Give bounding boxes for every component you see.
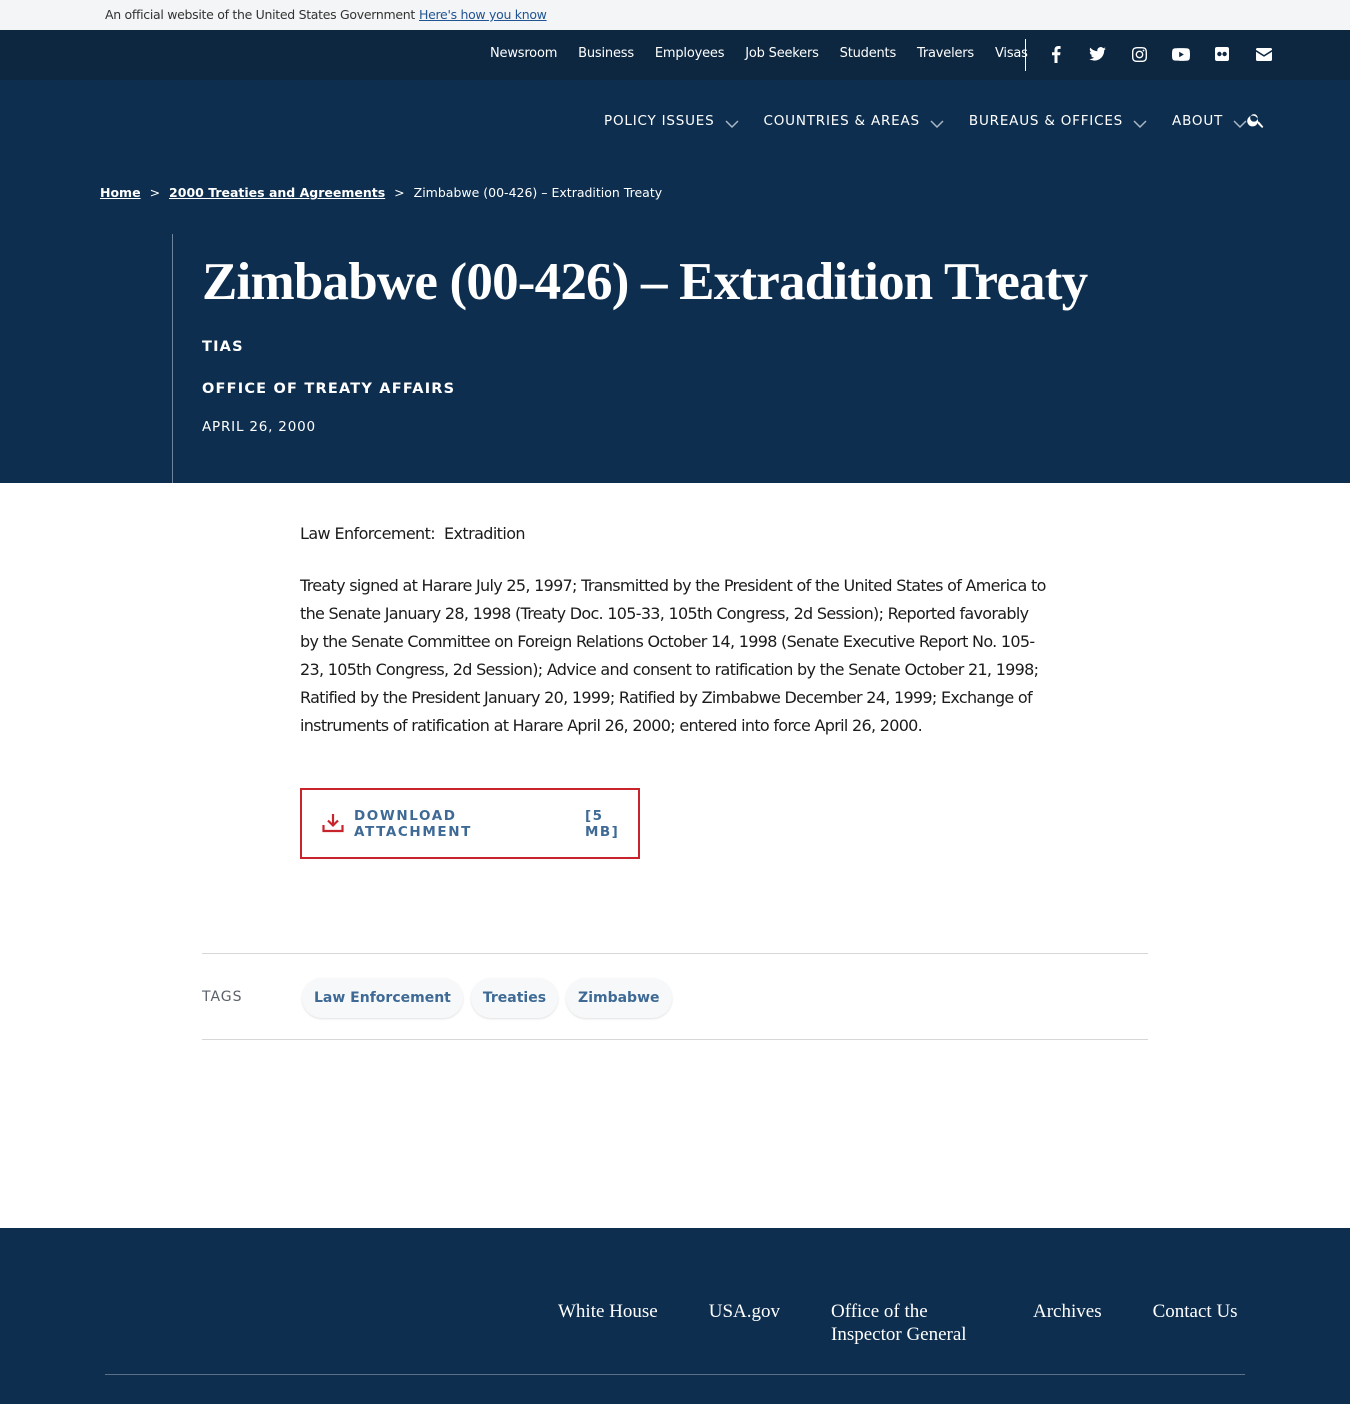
tags-label: TAGS [202, 989, 243, 1005]
office-label: OFFICE OF TREATY AFFAIRS [202, 381, 456, 397]
series-label: TIAS [202, 339, 244, 355]
hero: POLICY ISSUES COUNTRIES & AREAS BUREAUS … [0, 80, 1350, 483]
search-icon[interactable] [1246, 110, 1268, 132]
download-label: DOWNLOAD ATTACHMENT [354, 807, 472, 840]
footer-divider [105, 1374, 1245, 1375]
utility-link-newsroom[interactable]: Newsroom [490, 46, 557, 61]
tag-treaties[interactable]: Treaties [470, 978, 559, 1018]
page-title: Zimbabwe (00-426) – Extradition Treaty [202, 253, 1088, 311]
chevron-down-icon [1233, 116, 1247, 129]
tag-zimbabwe[interactable]: Zimbabwe [566, 978, 672, 1018]
utility-link-business[interactable]: Business [578, 46, 634, 61]
breadcrumb-parent[interactable]: 2000 Treaties and Agreements [169, 185, 385, 200]
utility-divider [1025, 39, 1026, 71]
gov-banner-link[interactable]: Here's how you know [419, 7, 547, 22]
twitter-icon[interactable] [1088, 44, 1108, 64]
utility-link-visas[interactable]: Visas [995, 46, 1028, 61]
nav-bureaus-offices[interactable]: BUREAUS & OFFICES [969, 113, 1147, 129]
chevron-down-icon [930, 116, 944, 129]
gov-banner-text: An official website of the United States… [105, 7, 415, 22]
utility-link-students[interactable]: Students [840, 46, 897, 61]
footer: White House USA.gov Office of the Inspec… [0, 1228, 1350, 1404]
utility-nav: Newsroom Business Employees Job Seekers … [0, 30, 1350, 80]
download-size: [5 MB] [585, 807, 620, 840]
subject-line: Law Enforcement: Extradition [300, 524, 526, 543]
footer-link-inspector-general[interactable]: Office of the Inspector General [831, 1300, 981, 1346]
treaty-description: Treaty signed at Harare July 25, 1997; T… [300, 576, 1046, 735]
breadcrumb-separator: > [149, 185, 161, 200]
social-links [1046, 44, 1295, 64]
footer-link-archives[interactable]: Archives [1033, 1300, 1102, 1346]
gov-banner: An official website of the United States… [0, 0, 1350, 30]
nav-countries-areas[interactable]: COUNTRIES & AREAS [764, 113, 944, 129]
breadcrumb-separator: > [394, 185, 405, 200]
footer-link-white-house[interactable]: White House [558, 1300, 658, 1346]
email-icon[interactable] [1254, 44, 1274, 64]
chevron-down-icon [1133, 116, 1147, 129]
nav-policy-issues[interactable]: POLICY ISSUES [604, 113, 739, 129]
tag-law-enforcement[interactable]: Law Enforcement [302, 978, 463, 1018]
utility-link-employees[interactable]: Employees [655, 46, 725, 61]
instagram-icon[interactable] [1129, 44, 1149, 64]
flickr-icon[interactable] [1212, 44, 1232, 64]
footer-links: White House USA.gov Office of the Inspec… [558, 1300, 1238, 1346]
download-attachment-button[interactable]: DOWNLOAD ATTACHMENT [5 MB] [300, 788, 640, 859]
facebook-icon[interactable] [1046, 44, 1066, 64]
download-icon [322, 813, 344, 835]
footer-link-usa-gov[interactable]: USA.gov [709, 1300, 780, 1346]
hero-divider [172, 234, 173, 483]
breadcrumb: Home > 2000 Treaties and Agreements > Zi… [100, 185, 662, 200]
footer-link-contact-us[interactable]: Contact Us [1153, 1300, 1238, 1346]
chevron-down-icon [724, 116, 739, 129]
nav-about[interactable]: ABOUT [1172, 113, 1247, 129]
youtube-icon[interactable] [1171, 44, 1191, 64]
utility-link-job-seekers[interactable]: Job Seekers [745, 46, 819, 61]
publish-date: APRIL 26, 2000 [202, 419, 316, 435]
breadcrumb-current: Zimbabwe (00-426) – Extradition Treaty [413, 185, 663, 200]
tags-section: TAGS Law Enforcement Treaties Zimbabwe [202, 953, 1148, 1040]
utility-link-travelers[interactable]: Travelers [917, 46, 974, 61]
main-nav: POLICY ISSUES COUNTRIES & AREAS BUREAUS … [604, 113, 1272, 129]
breadcrumb-home[interactable]: Home [100, 185, 141, 200]
